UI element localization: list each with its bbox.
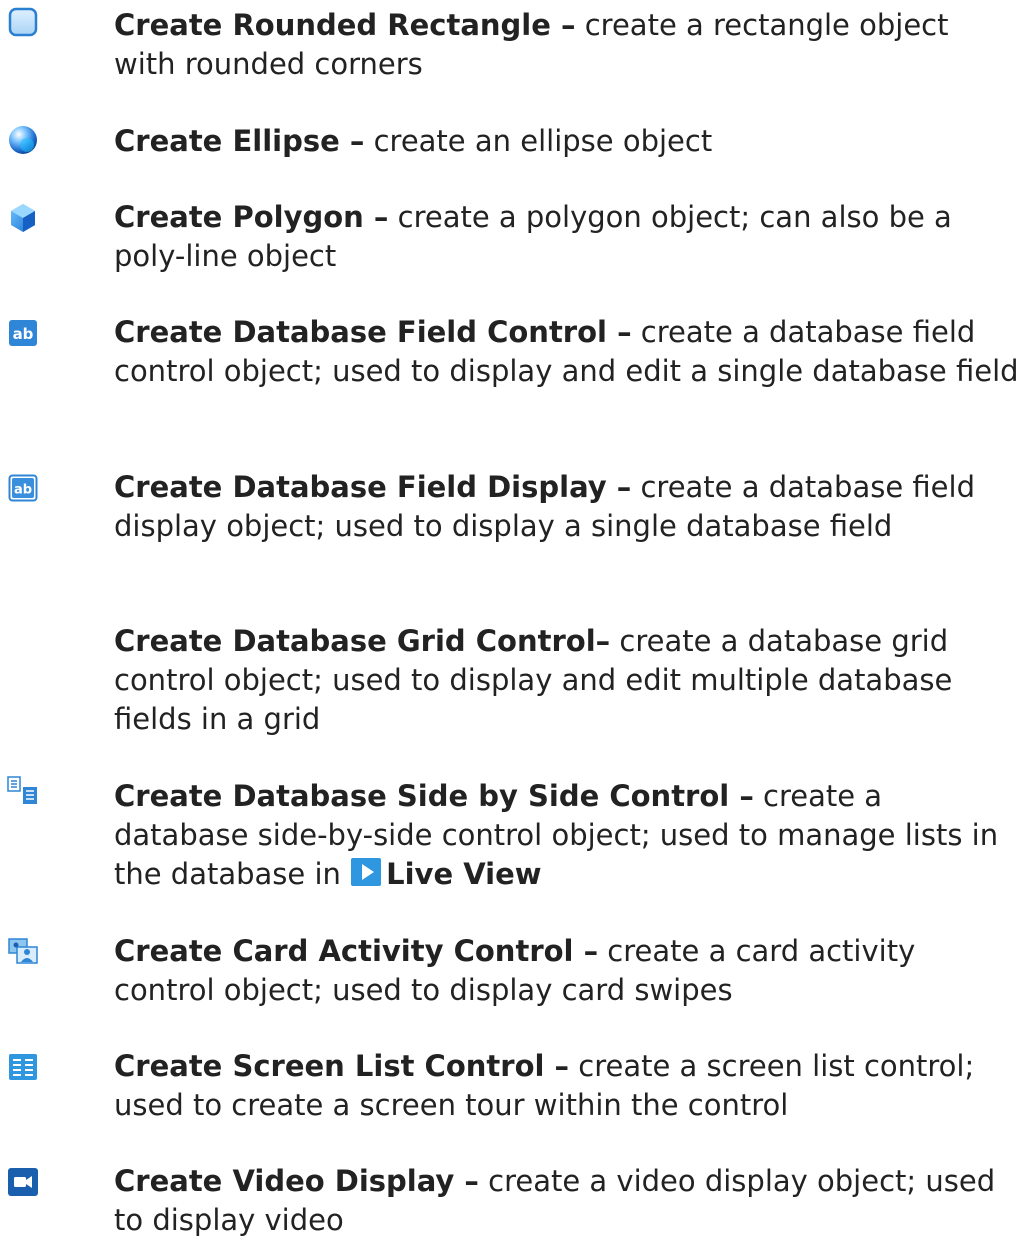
icon-label: ab	[14, 483, 32, 498]
entry-description: create an ellipse object	[364, 124, 713, 158]
entry-title: Create Database Field Display –	[114, 470, 632, 504]
entry-title: Create Rounded Rectangle –	[114, 8, 576, 42]
entry-text: Create Database Grid Control– create a d…	[114, 622, 1019, 739]
entry-title: Create Polygon –	[114, 200, 389, 234]
entry-text: Create Database Side by Side Control – c…	[114, 777, 1019, 894]
live-view-icon	[350, 856, 384, 888]
entry-text: Create Database Field Control – create a…	[114, 313, 1019, 391]
icon-label: ab	[13, 325, 34, 343]
entry-text: Create Polygon – create a polygon object…	[114, 198, 1019, 276]
database-side-by-side-icon	[7, 775, 39, 807]
entry-text: Create Screen List Control – create a sc…	[114, 1047, 1019, 1125]
entry-text: Create Database Field Display – create a…	[114, 468, 1019, 546]
entry-title: Create Database Grid Control–	[114, 624, 611, 658]
polygon-icon	[7, 202, 39, 234]
entry-text: Create Card Activity Control – create a …	[114, 932, 1019, 1010]
entry-title: Create Ellipse –	[114, 124, 365, 158]
entry-title: Create Screen List Control –	[114, 1049, 570, 1083]
card-activity-icon	[7, 936, 39, 968]
entry-text: Create Video Display – create a video di…	[114, 1162, 1019, 1240]
entry-title: Create Database Field Control –	[114, 315, 632, 349]
live-view-label: Live View	[386, 857, 542, 891]
database-field-control-icon: ab	[7, 317, 39, 349]
video-display-icon	[7, 1166, 39, 1198]
entry-title: Create Card Activity Control –	[114, 934, 599, 968]
entry-title: Create Database Side by Side Control –	[114, 779, 754, 813]
entry-text: Create Rounded Rectangle – create a rect…	[114, 6, 1019, 84]
screen-list-icon	[7, 1051, 39, 1083]
entry-text: Create Ellipse – create an ellipse objec…	[114, 122, 1019, 161]
rounded-rectangle-icon	[7, 6, 39, 38]
database-field-display-icon: ab	[7, 472, 39, 504]
entry-title: Create Video Display –	[114, 1164, 479, 1198]
ellipse-icon	[7, 124, 39, 156]
